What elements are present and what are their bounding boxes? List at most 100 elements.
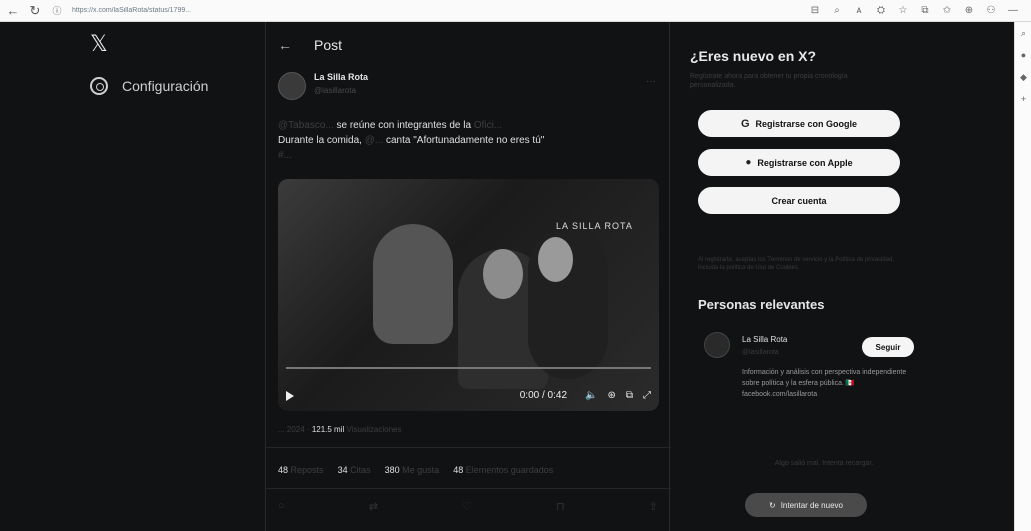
mention-link[interactable]: Ofici... [474,120,502,131]
divider [266,488,671,489]
volume-icon[interactable]: 🔈 [585,390,597,401]
mention-link[interactable]: @Tabasco... [278,120,334,131]
views-count: 121.5 mil [311,425,345,434]
pip-icon[interactable]: ⧉ [626,390,633,401]
more-icon[interactable]: — [1007,3,1019,17]
relevant-people-title: Personas relevantes [698,297,825,312]
post-text: @Tabasco... se reúne con integrantes de … [278,118,658,163]
page-title: Post [314,37,343,53]
search-icon[interactable]: ⌕ [1015,22,1031,44]
collections-icon[interactable]: ⊕ [963,3,975,17]
stat-label: Reposts [290,465,324,475]
zoom-icon[interactable]: ⌕ [831,3,843,17]
stat-value: 34 [337,465,348,475]
avatar[interactable] [278,72,306,100]
browser-side-rail: ⌕ ● ◆ + [1014,22,1031,531]
create-account-button[interactable]: Crear cuenta [698,187,900,214]
stat-label: Elementos guardados [465,465,554,475]
video-player[interactable]: LA SILLA ROTA 0:00 / 0:42 🔈 ⊛ ⧉ ⤢ [278,179,659,411]
more-options-icon[interactable]: ··· [646,76,656,87]
relevant-user-handle[interactable]: @lasillarota [742,349,779,356]
info-icon[interactable]: ⓘ [48,2,66,20]
play-icon[interactable] [286,390,294,401]
avatar[interactable] [704,332,730,358]
video-progress-bar[interactable] [286,367,651,369]
author-name[interactable]: La Silla Rota [314,72,368,82]
mention-link[interactable]: @... [365,135,384,146]
signup-apple-button[interactable]: ● Registrarse con Apple [698,149,900,176]
like-icon[interactable]: ♡ [462,500,472,513]
stat-quotes[interactable]: 34 Citas [338,465,371,475]
post-actions: ○ ⇄ ♡ ⊓ ⇪ [278,500,658,513]
page-viewport: 𝕏 Configuración ← Post La Silla Rota @la… [0,22,1014,531]
read-icon[interactable]: ᴀ [853,3,865,17]
relevant-user-name[interactable]: La Silla Rota [742,335,787,344]
signup-subtitle: Regístrate ahora para obtener tu propia … [690,73,848,89]
stat-likes[interactable]: 380 Me gusta [385,465,440,475]
post-stats: 48 Reposts 34 Citas 380 Me gusta 48 Elem… [278,465,553,475]
translate-icon[interactable]: ⊟ [809,3,821,17]
settings-icon[interactable]: ⊛ [607,390,615,401]
hashtag-link[interactable]: #... [278,150,292,161]
stat-value: 380 [384,465,400,475]
apple-icon: ● [745,157,752,168]
google-icon: G [740,117,750,130]
follow-button[interactable]: Seguir [862,337,914,357]
video-frame-figure [483,249,523,299]
button-label: Registrarse con Google [755,118,858,129]
post-text-segment: canta "Afortunadamente no eres tú" [383,135,545,146]
extension-icons: ⊟ ⌕ ᴀ ⛭ ☆ ⧉ ✩ ⊕ ⚇ — [809,3,1019,17]
profile-icon[interactable]: ⚇ [985,3,997,17]
views-label: Visualizaciones [344,425,402,434]
split-icon[interactable]: ⧉ [919,3,931,17]
bookmark-icon[interactable]: ⊓ [556,500,565,513]
post-date[interactable]: ... 2024 · [278,425,310,434]
retry-button[interactable]: ↻ Intentar de nuevo [745,493,867,517]
divider [266,447,671,448]
button-label: Registrarse con Apple [757,157,853,168]
post-column: ← Post La Silla Rota @lasillarota ··· @T… [265,22,671,531]
signup-box: ¿Eres nuevo en X? Regístrate ahora para … [690,30,918,90]
reply-icon[interactable]: ○ [278,500,285,513]
post-meta: ... 2024 · 121.5 mil Visualizaciones [278,425,402,434]
video-watermark: LA SILLA ROTA [556,221,633,231]
post-header: ← Post [278,37,342,53]
relevant-user-bio: Información y análisis con perspectiva i… [742,369,907,398]
repost-icon[interactable]: ⇄ [369,500,378,513]
author-handle[interactable]: @lasillarota [314,86,368,95]
address-bar[interactable]: https://x.com/laSillaRota/status/1799... [72,7,332,14]
browser-toolbar: ← ↻ ⓘ https://x.com/laSillaRota/status/1… [0,0,1031,22]
star-icon[interactable]: ☆ [897,3,909,17]
ext-icon[interactable]: ⛭ [875,3,887,17]
stat-label: Citas [350,465,371,475]
x-logo-icon[interactable]: 𝕏 [90,32,108,57]
add-icon[interactable]: + [1015,88,1031,110]
post-author[interactable]: La Silla Rota @lasillarota [278,72,368,100]
signup-google-button[interactable]: G Registrarse con Google [698,110,900,137]
stat-label: Me gusta [402,465,440,475]
button-label: Crear cuenta [771,195,827,206]
signup-title: ¿Eres nuevo en X? [690,48,817,64]
stat-bookmarks[interactable]: 48 Elementos guardados [453,465,553,475]
back-arrow-icon[interactable]: ← [4,2,22,20]
back-arrow-icon[interactable]: ← [278,37,292,53]
copilot-icon[interactable]: ● [1015,44,1031,66]
video-time: 0:00 / 0:42 [519,390,568,401]
office-icon[interactable]: ◆ [1015,66,1031,88]
error-message: Algo salió mal. Intenta recargar. [774,460,874,467]
refresh-icon[interactable]: ↻ [26,2,44,20]
video-controls: 0:00 / 0:42 🔈 ⊛ ⧉ ⤢ [286,390,651,401]
share-icon[interactable]: ⇪ [649,500,658,513]
video-frame-figure [538,237,573,282]
post-text-segment: Durante la comida, [278,135,365,146]
gear-icon [90,77,108,95]
favorites-icon[interactable]: ✩ [941,3,953,17]
stat-value: 48 [278,465,289,475]
sidebar-item-configuracion[interactable]: Configuración [90,77,208,95]
stat-reposts[interactable]: 48 Reposts [278,465,324,475]
fullscreen-icon[interactable]: ⤢ [643,390,651,401]
terms-text: Al registrarte, aceptas los Términos de … [698,257,894,271]
post-text-segment: se reúne con integrantes de la [333,120,474,131]
browser-frame: ← ↻ ⓘ https://x.com/laSillaRota/status/1… [0,0,1031,531]
video-frame-figure [373,224,453,344]
